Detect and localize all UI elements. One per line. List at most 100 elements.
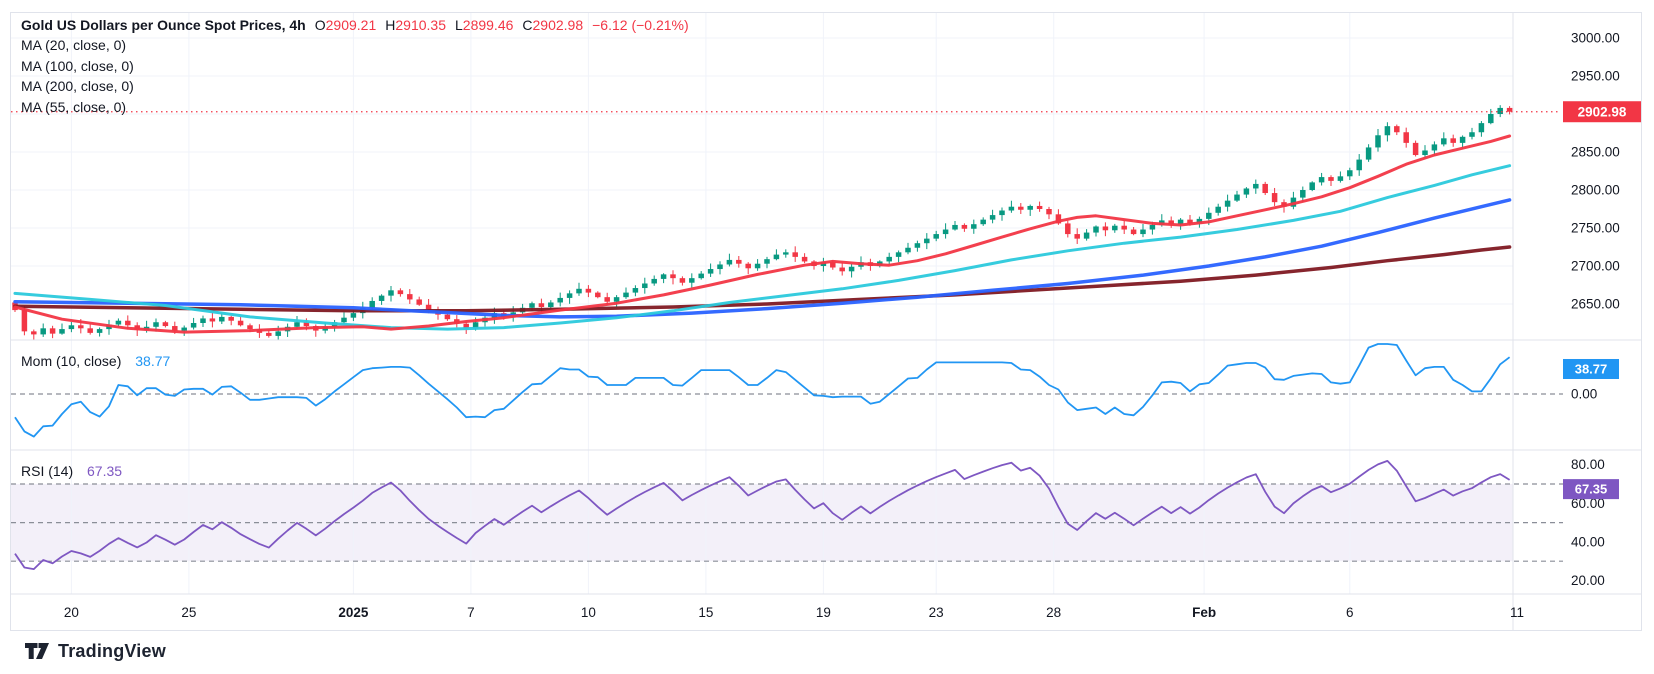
candle [1046,209,1052,214]
price-axis-label: 3000.00 [1571,31,1620,46]
chart-canvas[interactable]: 3000.002950.002850.002800.002750.002700.… [11,13,1641,630]
legend-ma200-row[interactable]: MA (200, close, 0) [21,78,134,94]
open-value: 2909.21 [326,17,377,33]
candle [933,234,939,239]
moving-averages-layer [15,136,1510,332]
candle [1375,135,1381,147]
time-axis-label: 19 [816,605,831,620]
price-axis-label: 2700.00 [1571,259,1620,274]
candle [1225,201,1231,207]
candle [341,318,347,323]
candle [1027,206,1033,210]
candle [97,329,103,333]
candle [1309,182,1315,190]
candle [219,317,225,322]
legend-ma55-row[interactable]: MA (55, close, 0) [21,99,126,115]
candle [745,264,751,269]
rsi-axis-label: 80.00 [1571,457,1605,472]
time-axis-label: Feb [1192,605,1216,620]
candle [116,321,122,325]
candle [1328,177,1334,181]
candle [1244,188,1250,194]
price-axis-label: 2950.00 [1571,69,1620,84]
candle [1338,176,1344,181]
symbol-title: Gold US Dollars per Ounce Spot Prices, 4… [21,17,306,33]
time-axis[interactable]: 2025202571015192328Feb611 [64,605,1524,620]
candle [802,257,808,262]
legend-ma20-row[interactable]: MA (20, close, 0) [21,37,126,53]
candle [153,322,159,327]
candle [1403,132,1409,143]
tradingview-logo-text: TradingView [58,641,166,662]
momentum-line [15,344,1510,437]
low-label: L [455,17,463,33]
legend-momentum-row[interactable]: Mom (10, close) 38.77 [21,353,170,369]
legend-symbol-row[interactable]: Gold US Dollars per Ounce Spot Prices, 4… [21,16,689,34]
candle [567,293,573,298]
legend-ma100-row[interactable]: MA (100, close, 0) [21,58,134,74]
candle [680,278,686,283]
candle [717,264,723,269]
candle [416,299,422,304]
rsi-axis-label: 40.00 [1571,534,1605,549]
candle [633,288,639,293]
time-axis-label: 25 [181,605,196,620]
candle [238,321,244,326]
candle [990,215,996,220]
candle [1479,123,1485,132]
rsi-axis-label: 20.00 [1571,573,1605,588]
time-axis-label: 15 [698,605,713,620]
candle [783,252,789,254]
candle [1234,195,1240,201]
rsi-badge-text: 67.35 [1575,482,1608,497]
close-label: C [522,17,532,33]
candle [604,297,610,302]
candle [1441,138,1447,144]
candle [708,269,714,274]
candle [87,328,93,333]
tradingview-logo[interactable]: TradingView [25,641,166,662]
candle [200,318,206,323]
time-axis-label: 10 [581,605,596,620]
candle [445,315,451,320]
candle [1460,137,1466,143]
time-axis-label: 7 [467,605,475,620]
candle [1112,226,1118,231]
candle [943,230,949,235]
candle [22,310,28,331]
candle [407,294,413,299]
candle [1103,226,1109,230]
candle [275,331,281,336]
candle [1432,144,1438,150]
candle [228,317,234,321]
time-axis-label: 28 [1046,605,1061,620]
candle [727,260,733,265]
candle [50,328,56,333]
candle [1262,184,1268,193]
candle [548,302,554,307]
close-value: 2902.98 [533,17,584,33]
candle [1215,207,1221,213]
candle [896,252,902,257]
candle [999,211,1005,216]
legend-rsi-row[interactable]: RSI (14) 67.35 [21,463,122,479]
candle [971,224,977,229]
time-axis-label: 23 [929,605,944,620]
candle [1018,207,1024,210]
candle [689,278,695,283]
candle [191,323,197,328]
candle [1356,160,1362,171]
candle [755,264,761,269]
candle [1253,184,1259,189]
candle [125,321,131,326]
change-value: −6.12 (−0.21%) [592,17,689,33]
low-value: 2899.46 [463,17,514,33]
candle [642,283,648,288]
candle [1131,230,1137,235]
candle [210,318,216,321]
candle [623,293,629,298]
rsi-label: RSI (14) [21,463,73,479]
time-axis-label: 2025 [338,605,369,620]
candle [1150,225,1156,230]
ma200-line [15,247,1510,311]
